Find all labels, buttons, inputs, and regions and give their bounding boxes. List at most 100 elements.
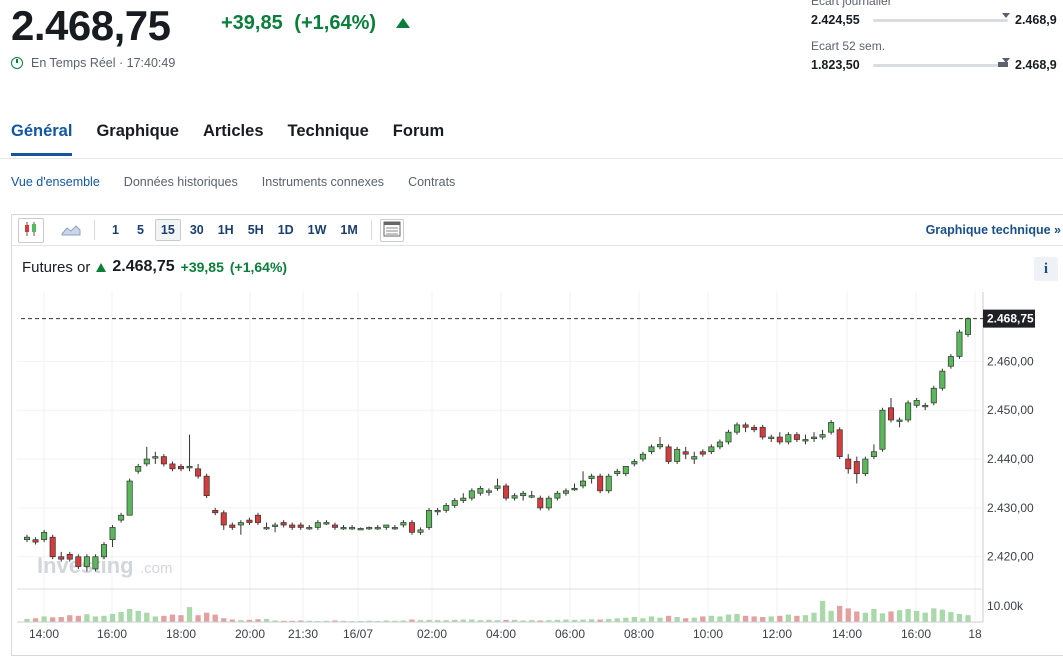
candle-body [708,446,715,453]
candle-body [913,400,920,406]
volume-bar [623,617,629,622]
volume-bar [905,608,911,622]
volume-bar [828,610,834,622]
candle-body [785,434,792,443]
volume-bar [84,614,90,622]
candle-body [49,536,56,558]
candle-body [870,451,877,457]
volume-bar [742,615,749,622]
candle-body [237,522,244,526]
candle-body [408,522,415,533]
volume-bar [683,618,689,622]
volume-bar [700,616,706,622]
volume-bar [178,615,184,622]
x-tick-label: 06:00 [555,627,585,641]
candle-body [203,475,210,497]
volume-bar [871,608,877,622]
candle-body [229,524,236,528]
volume-bar [648,616,655,622]
candle-body [665,446,672,462]
candle-body [768,436,775,439]
candle-body [118,514,125,521]
candle-body [186,466,193,469]
candle-body [811,436,818,439]
volume-bar [819,600,826,622]
price-chart[interactable]: Investing.com 14:0016:0018:0020:0021:301… [0,0,1063,656]
candle-body [177,466,184,470]
candle-body [879,409,886,450]
x-tick-label: 16:00 [97,627,127,641]
y-tick-label: 2.450,00 [987,403,1034,417]
candle-body [614,470,621,475]
candle-body [195,468,202,477]
volume-bar [760,617,766,622]
candle-body [212,509,219,514]
volume-bar [862,612,868,622]
candle-body [58,556,65,560]
candle-body [417,529,424,533]
candle-body [314,522,321,528]
candle-body [272,524,279,527]
volume-bar [956,613,963,622]
candle-body [357,528,364,531]
candle-body [485,490,492,493]
x-tick-label: 16/07 [343,627,373,641]
candle-body [169,463,176,470]
x-tick-label: 18:00 [166,627,196,641]
volume-bar [50,617,56,622]
x-tick-label: 18 [968,627,982,641]
candle-body [947,356,954,367]
volume-bar [109,613,116,622]
candle-body [32,539,39,543]
candle-body [366,527,373,530]
candle-body [605,475,612,492]
volume-axis-label: 10.00k [987,599,1024,613]
candle-body [888,407,895,421]
candle-body [468,490,475,499]
volume-bar [854,611,860,622]
candle-body [836,429,843,457]
volume-bar [785,614,792,622]
candle-body [819,434,826,438]
volume-bar [144,612,150,622]
candle-body [580,480,587,487]
volume-bar [186,607,193,622]
candle-body [571,488,578,491]
candle-body [92,556,99,570]
candle-body [776,436,783,443]
candle-body [66,553,73,560]
candle-body [725,431,732,443]
candle-body [742,424,749,428]
watermark-suffix: .com [140,560,173,577]
volume-bar [914,610,920,622]
candle-body [426,509,433,528]
volume-bar [845,608,851,622]
candle-body [331,524,338,528]
candle-body [964,318,972,335]
candle-body [699,451,706,455]
candle-body [905,402,912,421]
volume-bar [657,617,663,622]
candle-body [152,456,159,459]
candle-body [246,519,253,523]
x-tick-label: 14:00 [29,627,59,641]
candle-body [828,422,835,433]
volume-bar [118,612,124,622]
volume-bar [32,618,39,622]
volume-bar [161,615,167,622]
volume-bar [708,615,715,622]
volume-bar [75,615,81,622]
volume-bar [931,608,937,622]
candle-body [545,497,552,509]
volume-bar [92,616,99,622]
volume-bar [640,618,646,622]
candle-body [451,500,458,506]
volume-bar [203,612,210,622]
candle-body [562,490,569,494]
candle-body [528,495,535,498]
candle-body [41,531,48,540]
candle-body [143,458,150,465]
volume-bar [751,616,757,622]
volume-bar [922,612,928,622]
candle-body [306,527,313,530]
